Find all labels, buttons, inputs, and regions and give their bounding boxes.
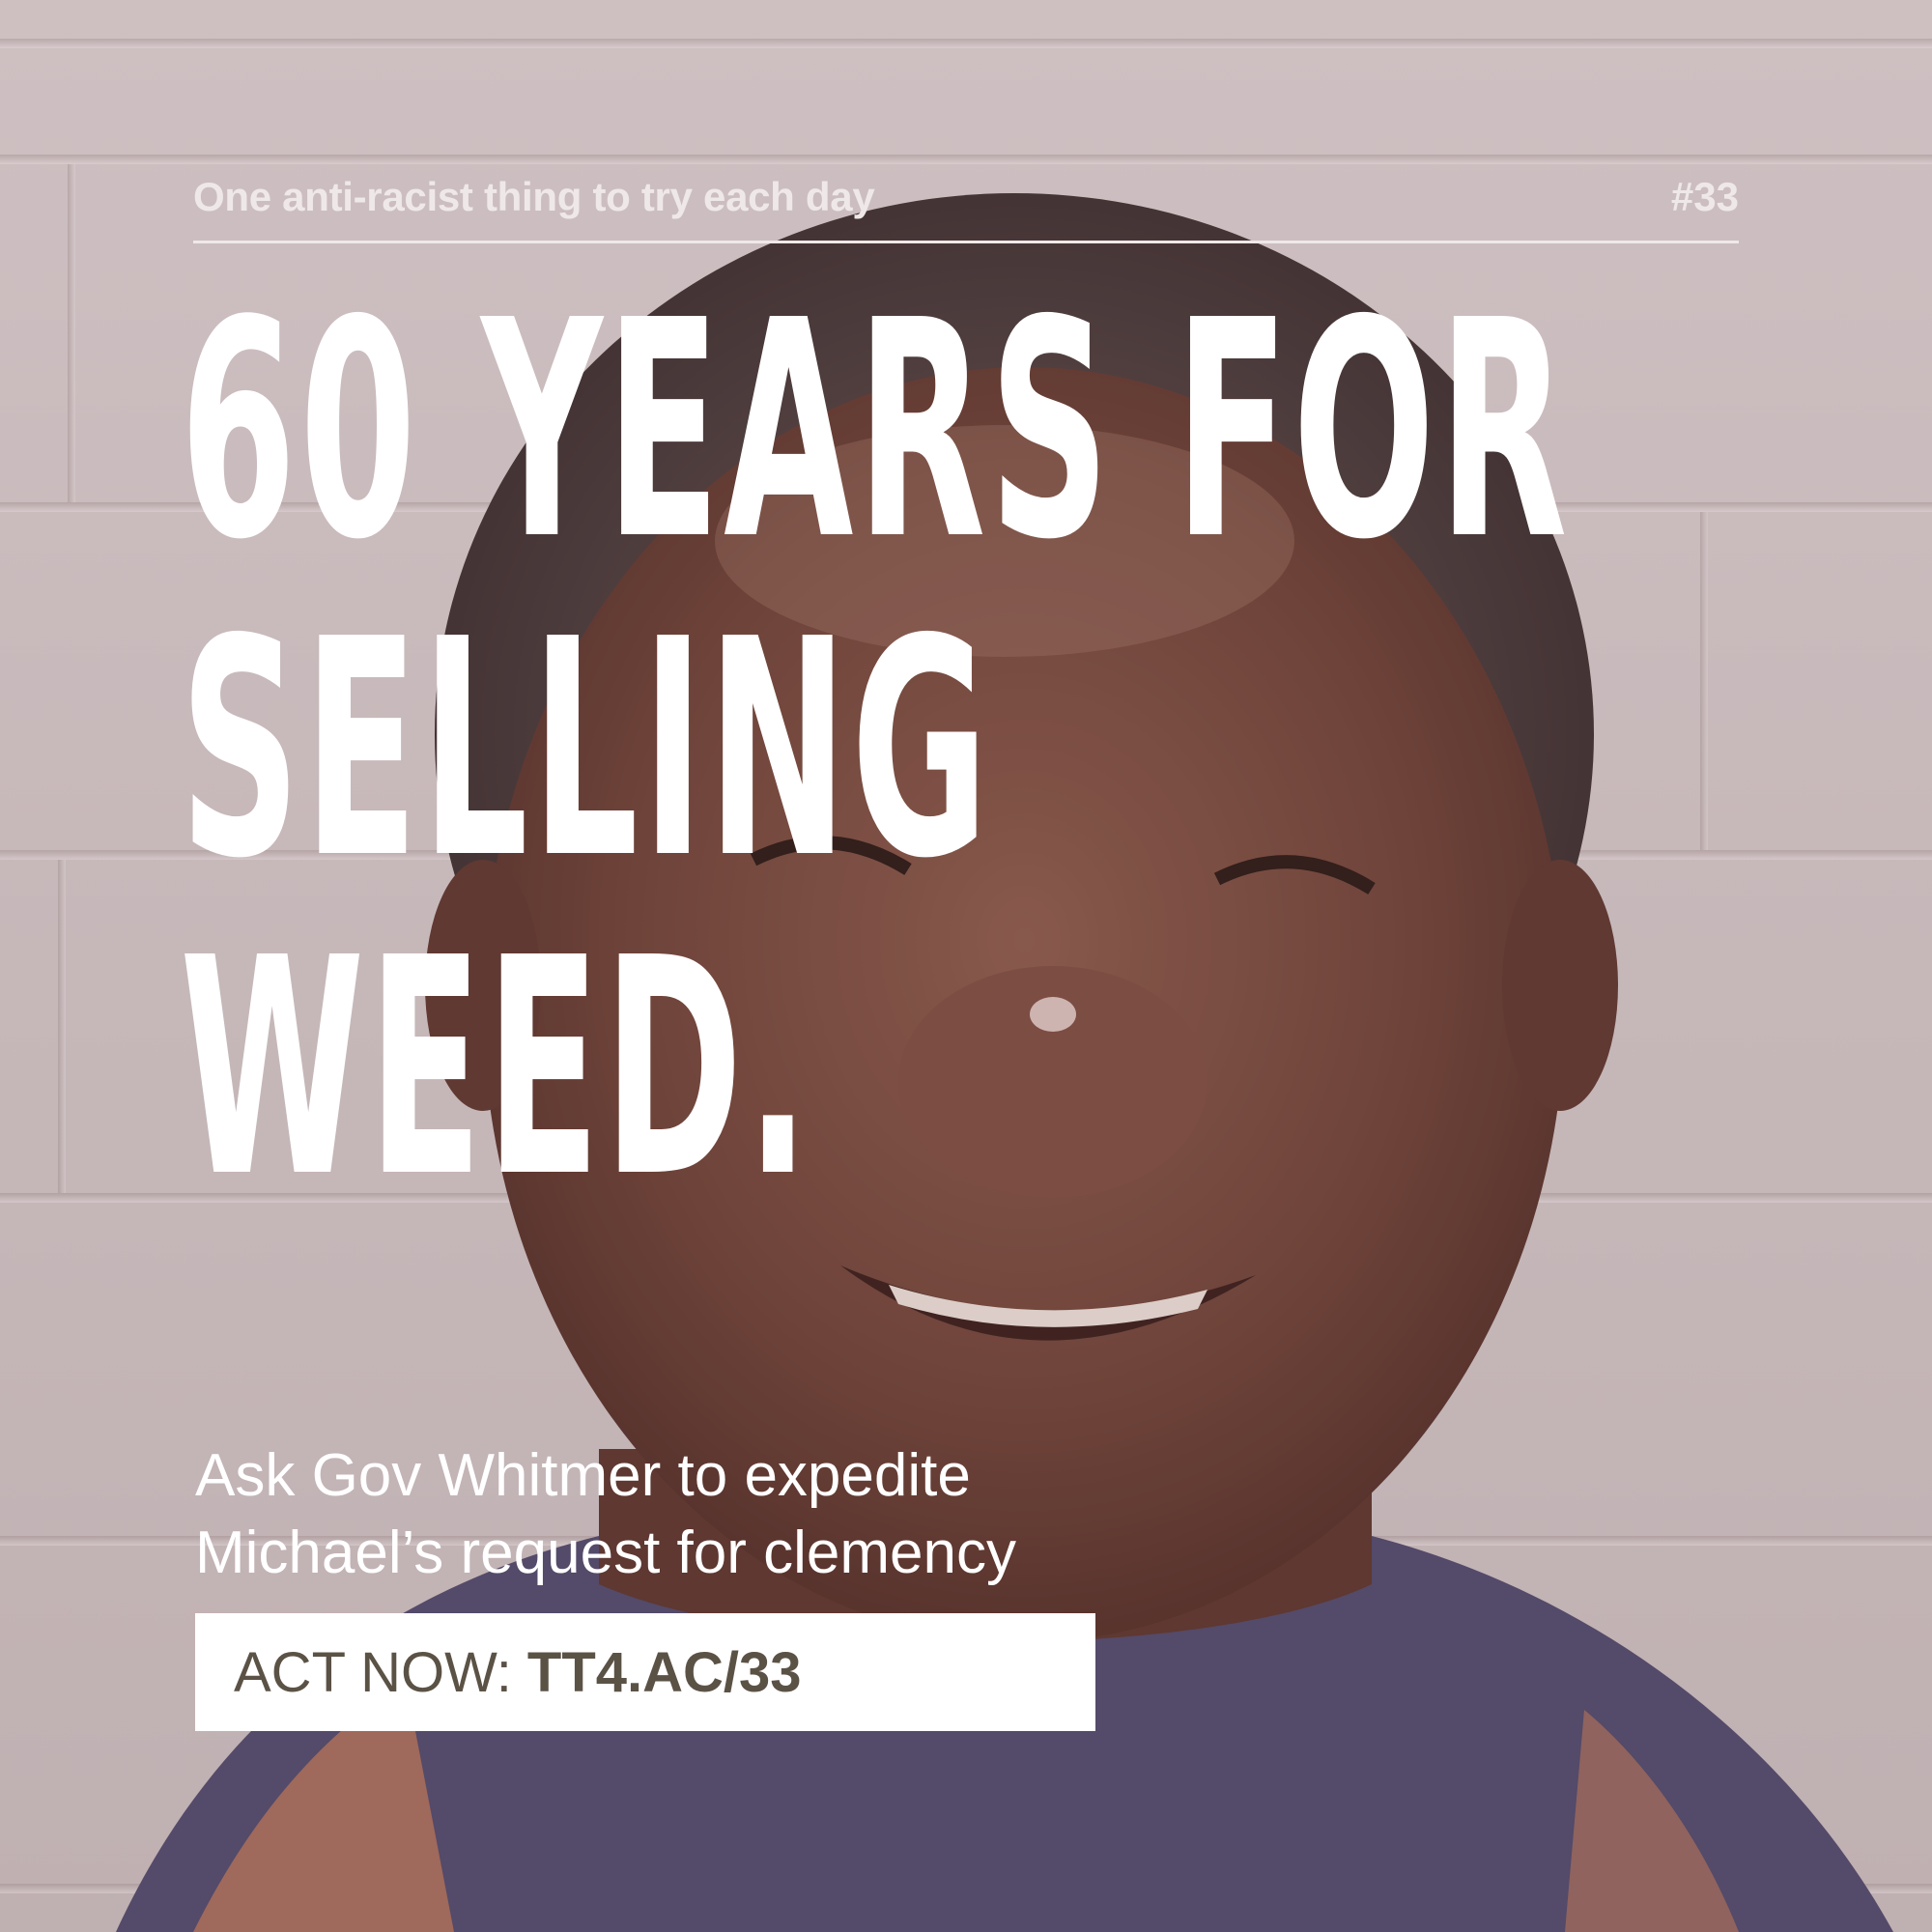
header-bar: One anti-racist thing to try each day #3…	[193, 166, 1739, 224]
act-now-label: ACT NOW:	[234, 1640, 512, 1704]
headline-line-1: 60 YEARS FOR	[180, 257, 1568, 606]
headline-line-2: SELLING	[180, 576, 992, 924]
headline: 60 YEARS FOR SELLING WEED.	[180, 257, 1568, 1243]
poster: One anti-racist thing to try each day #3…	[0, 0, 1932, 1932]
body-line-2: Michael’s request for clemency	[195, 1520, 1016, 1586]
issue-number: #33	[1670, 174, 1739, 219]
tagline: One anti-racist thing to try each day	[193, 174, 875, 219]
header-divider	[193, 241, 1739, 243]
act-now-url: TT4.AC/33	[526, 1640, 802, 1704]
call-to-action-text: Ask Gov Whitmer to expedite Michael’s re…	[195, 1437, 1161, 1592]
act-now-link[interactable]: ACT NOW: TT4.AC/33	[195, 1613, 1095, 1731]
body-line-1: Ask Gov Whitmer to expedite	[195, 1442, 971, 1509]
headline-line-3: WEED.	[180, 895, 813, 1243]
